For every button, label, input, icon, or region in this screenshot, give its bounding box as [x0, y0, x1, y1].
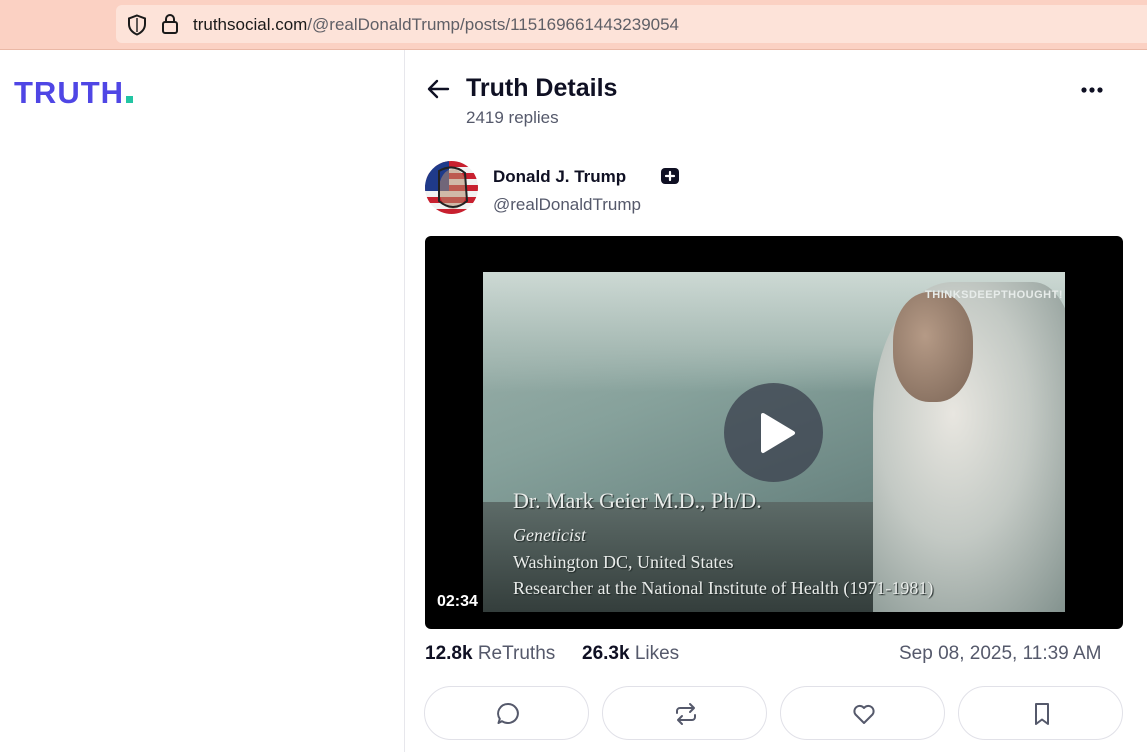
logo-dot	[126, 96, 134, 103]
avatar[interactable]	[425, 161, 478, 214]
retruths-label: ReTruths	[477, 643, 556, 664]
reply-count: 2419 replies	[466, 108, 559, 127]
caption-role: Geneticist	[513, 525, 586, 545]
caption-name: Dr. Mark Geier M.D., Ph/D.	[513, 488, 762, 513]
arrow-left-icon[interactable]	[426, 76, 452, 102]
comment-icon	[497, 703, 519, 724]
more-horizontal-icon[interactable]	[1078, 80, 1108, 100]
author-handle[interactable]: @realDonaldTrump	[493, 194, 641, 215]
likes-label: Likes	[634, 643, 680, 664]
video-watermark: THINKSDEEPTHOUGHT!	[925, 289, 1063, 301]
bookmark-button[interactable]	[958, 686, 1123, 740]
avatar-image	[425, 161, 478, 214]
likes-stat[interactable]: 26.3k Likes	[582, 643, 679, 665]
like-button[interactable]	[780, 686, 945, 740]
post-timestamp: Sep 08, 2025, 11:39 AM	[899, 643, 1102, 664]
page-title: Truth Details	[466, 74, 618, 102]
logo-text: TRUTH	[14, 75, 125, 110]
verified-badge-icon	[661, 168, 679, 184]
likes-count: 26.3k	[582, 643, 630, 664]
url-text[interactable]: truthsocial.com/@realDonaldTrump/posts/1…	[193, 15, 679, 35]
play-icon	[761, 413, 795, 453]
url-host: truthsocial.com	[193, 15, 308, 34]
column-divider	[404, 50, 405, 752]
heart-icon	[853, 704, 875, 724]
shield-icon[interactable]	[127, 14, 147, 36]
retruth-button[interactable]	[602, 686, 767, 740]
play-button[interactable]	[724, 383, 823, 482]
retruths-stat[interactable]: 12.8k ReTruths	[425, 643, 555, 665]
browser-toolbar: truthsocial.com/@realDonaldTrump/posts/1…	[0, 0, 1147, 50]
reply-button[interactable]	[424, 686, 589, 740]
lock-icon[interactable]	[161, 13, 179, 35]
truth-logo[interactable]: TRUTH	[14, 75, 134, 110]
bookmark-icon	[1035, 703, 1049, 725]
video-player[interactable]: THINKSDEEPTHOUGHT! Dr. Mark Geier M.D., …	[425, 236, 1123, 629]
url-path: /@realDonaldTrump/posts/1151696614432390…	[307, 15, 680, 34]
caption-bio: Researcher at the National Institute of …	[513, 578, 934, 598]
video-duration: 02:34	[437, 593, 478, 610]
caption-location: Washington DC, United States	[513, 552, 734, 572]
author-name[interactable]: Donald J. Trump	[493, 166, 626, 187]
retruths-count: 12.8k	[425, 643, 473, 664]
repeat-icon	[676, 703, 696, 725]
scene-head	[893, 292, 973, 402]
